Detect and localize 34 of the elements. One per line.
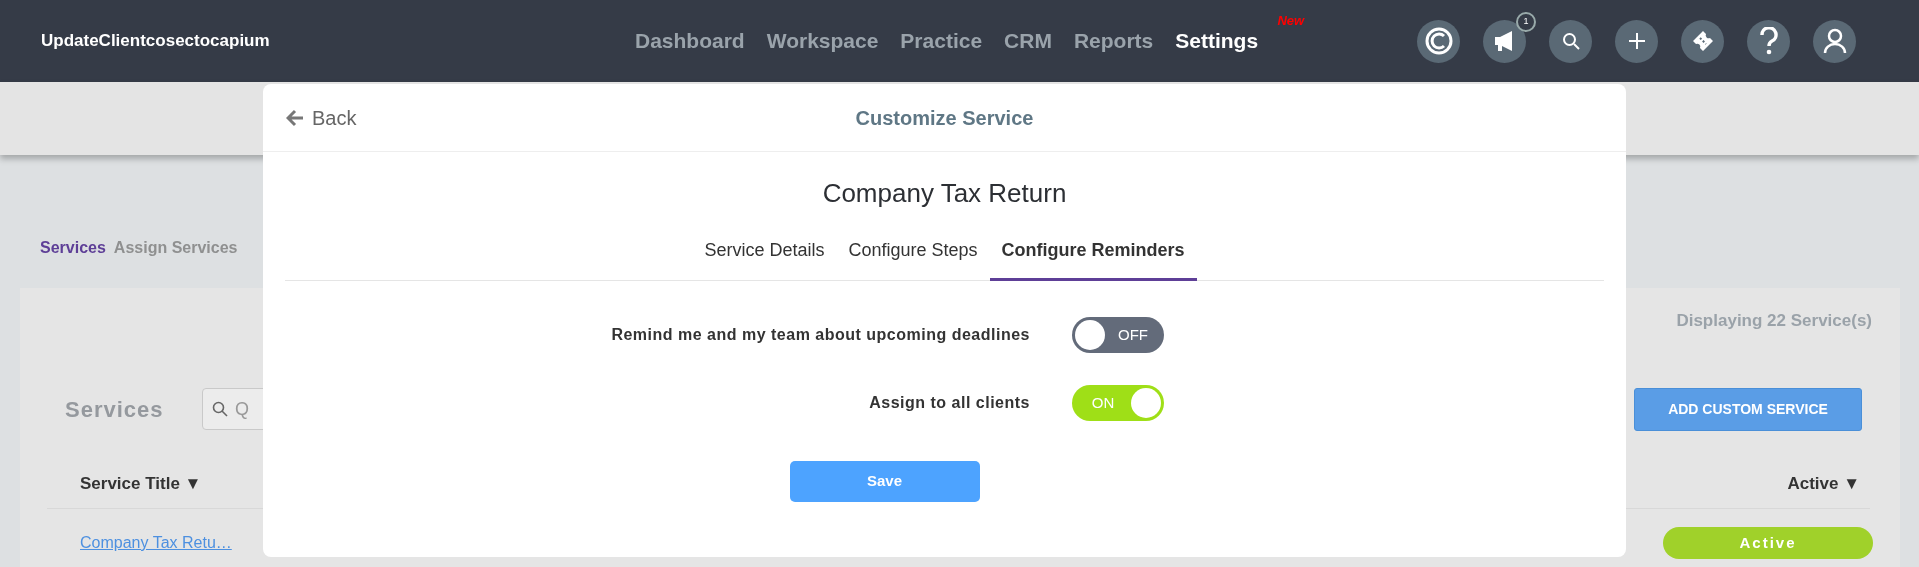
status-pill: Active: [1663, 527, 1873, 559]
search-icon: [1561, 32, 1580, 50]
nav-link[interactable]: Practice: [900, 25, 983, 57]
service-count: Displaying 22 Service(s): [1676, 310, 1872, 332]
help-icon: [1758, 27, 1779, 55]
subtab[interactable]: Assign Services: [113, 236, 238, 288]
nav-link[interactable]: Workspace: [766, 25, 879, 57]
notification-count: 1: [1516, 11, 1537, 32]
new-label: New: [1277, 12, 1305, 31]
nav-link[interactable]: Dashboard: [635, 25, 745, 57]
section-title: Services: [64, 395, 165, 424]
subtab[interactable]: Services: [40, 236, 106, 288]
service-name: Company Tax Return: [821, 177, 1068, 210]
setting-label: Remind me and my team about upcoming deadlines: [611, 325, 1030, 345]
copyright-icon: [1423, 26, 1454, 56]
add-service-button[interactable]: ADD CUSTOM SERVICE: [1634, 387, 1862, 431]
column-header[interactable]: Active ▼: [1787, 470, 1860, 496]
column-header[interactable]: Service Title ▼: [80, 470, 202, 496]
modal-title: Customize Service: [855, 106, 1034, 129]
brand-name: UpdateClientcosectocapium: [41, 30, 271, 53]
megaphone-button[interactable]: [1483, 19, 1527, 63]
user-icon: [1822, 28, 1847, 54]
service-link[interactable]: Company Tax Retu…: [80, 531, 232, 555]
nav-link[interactable]: Reports: [1073, 25, 1154, 57]
setting-label: Assign to all clients: [869, 393, 1030, 413]
nav-link[interactable]: CRM: [1004, 25, 1052, 57]
save-button[interactable]: Save: [789, 461, 980, 502]
toggle-switch[interactable]: OFF: [1072, 317, 1164, 353]
back-arrow-icon: [286, 108, 304, 127]
back-button[interactable]: Back: [286, 102, 357, 133]
plus-icon: [1627, 32, 1646, 50]
tab[interactable]: Configure Reminders: [989, 227, 1197, 281]
tab[interactable]: Configure Steps: [836, 227, 990, 281]
tab[interactable]: Service Details: [692, 227, 837, 281]
